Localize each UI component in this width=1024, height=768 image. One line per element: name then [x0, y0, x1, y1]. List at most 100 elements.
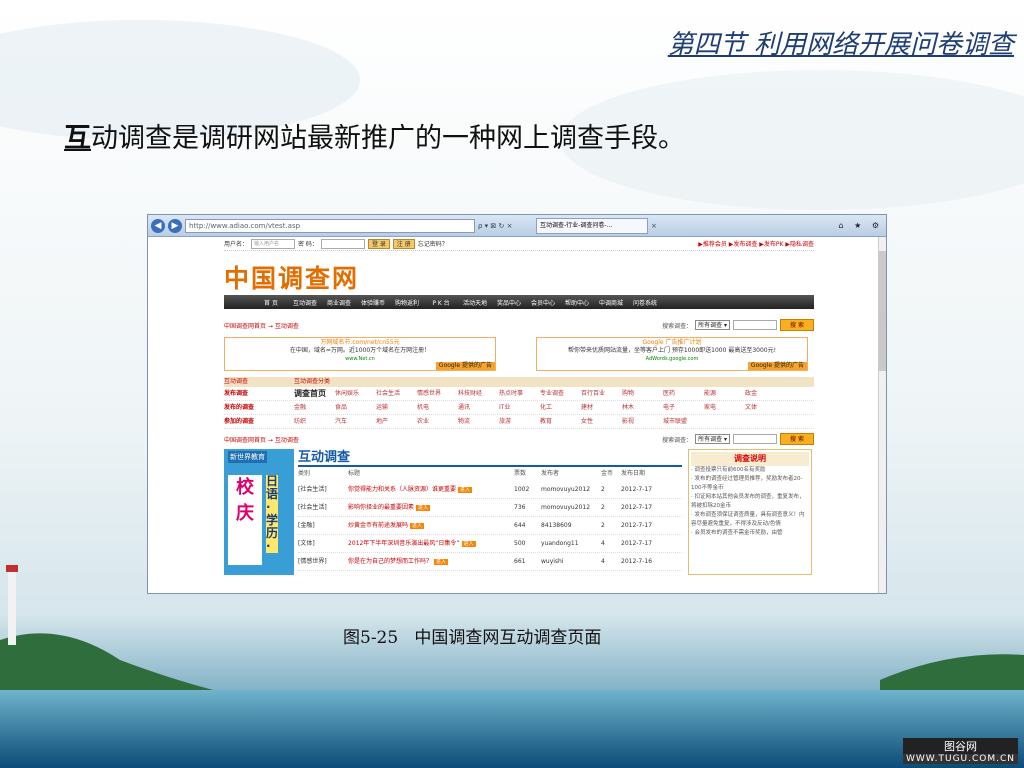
cell-author[interactable]: momovuyu2012 — [541, 499, 601, 516]
scrollbar-thumb[interactable] — [879, 251, 886, 371]
ad-headline[interactable]: Google 广告推广计划 — [537, 339, 807, 347]
ad-headline[interactable]: 万网域名节.com/net/cn55元 — [225, 339, 495, 347]
login-button[interactable]: 登 录 — [367, 238, 390, 249]
cell-category[interactable]: [金融] — [298, 517, 348, 534]
category-item[interactable]: 购物 — [622, 387, 663, 400]
cell-category[interactable]: [文体] — [298, 535, 348, 552]
username-input[interactable]: 输入用户名 — [251, 238, 296, 249]
nav-item[interactable]: 体验赚币 — [356, 298, 390, 307]
search-input[interactable] — [733, 434, 777, 444]
cell-title[interactable]: 你觉得能力和关系（人脉资源）谁更重要 — [348, 486, 456, 493]
nav-item[interactable]: 购物返利 — [390, 298, 424, 307]
cell-author[interactable]: wuyishi — [541, 553, 601, 570]
category-item[interactable]: 物流 — [458, 415, 499, 428]
category-item[interactable]: 医药 — [663, 387, 704, 400]
category-item[interactable]: 能源 — [704, 387, 745, 400]
category-item[interactable]: 科技财经 — [458, 387, 499, 400]
category-item[interactable]: IT业 — [499, 401, 540, 414]
enter-tag[interactable]: 进入 — [434, 559, 449, 565]
nav-item[interactable]: P K 台 — [424, 298, 458, 307]
search-button[interactable]: 搜 索 — [780, 433, 814, 445]
address-bar[interactable]: http://www.adiao.com/vtest.asp — [185, 218, 475, 233]
category-row-label[interactable]: 发布调查 — [224, 387, 294, 400]
forward-button[interactable]: ▶ — [168, 218, 182, 233]
cell-category[interactable]: [社会生活] — [298, 481, 348, 498]
nav-item[interactable]: 奖品中心 — [492, 298, 526, 307]
table-row[interactable]: [社会生活] 影响你择业的最重要因素 进入 736 momovuyu2012 2 … — [298, 499, 682, 517]
enter-tag[interactable]: 进入 — [458, 487, 473, 493]
category-item[interactable]: 汽车 — [335, 415, 376, 428]
password-input[interactable] — [320, 238, 365, 249]
category-item[interactable]: 教育 — [540, 415, 581, 428]
category-item[interactable]: 百行百业 — [581, 387, 622, 400]
register-button[interactable]: 注 册 — [392, 238, 415, 249]
breadcrumb-text[interactable]: 中国调查网首页 → 互动调查 — [224, 435, 299, 444]
nav-item[interactable]: 互动调查 — [288, 298, 322, 307]
nav-item[interactable]: 中调商城 — [594, 298, 628, 307]
category-row-label[interactable]: 参加的调查 — [224, 415, 294, 428]
address-controls[interactable]: ρ ▾ ⊠ ↻ × — [478, 222, 533, 230]
category-item[interactable]: 热点时事 — [499, 387, 540, 400]
nav-item[interactable]: 帮助中心 — [560, 298, 594, 307]
category-item[interactable]: 农业 — [417, 415, 458, 428]
category-item[interactable]: 影视 — [622, 415, 663, 428]
nav-item[interactable]: 问卷系统 — [628, 298, 662, 307]
category-item[interactable]: 家电 — [704, 401, 745, 414]
category-item[interactable]: 运输 — [376, 401, 417, 414]
table-row[interactable]: [社会生活] 你觉得能力和关系（人脉资源）谁更重要 进入 1002 momovuy… — [298, 481, 682, 499]
category-item[interactable]: 建材 — [581, 401, 622, 414]
category-row-label[interactable]: 发布的调查 — [224, 401, 294, 414]
nav-item[interactable]: 会员中心 — [526, 298, 560, 307]
category-item[interactable]: 休闲娱乐 — [335, 387, 376, 400]
table-row[interactable]: [情感世界] 你是在为自己的梦想而工作吗？ 进入 661 wuyishi 4 20… — [298, 553, 682, 571]
search-select[interactable]: 所有调查 ▾ — [695, 434, 730, 444]
category-item[interactable]: 调查首页 — [294, 387, 335, 400]
cell-author[interactable]: momovuyu2012 — [541, 481, 601, 498]
cell-title[interactable]: 2012年下半年深圳音乐演出最风“日集令” — [348, 540, 460, 547]
tab-close-icon[interactable]: × — [651, 222, 661, 230]
category-item[interactable]: 文体 — [745, 401, 786, 414]
category-item[interactable]: 金融 — [294, 401, 335, 414]
category-item[interactable]: 女性 — [581, 415, 622, 428]
category-item[interactable]: 社会生活 — [376, 387, 417, 400]
category-item[interactable]: 情感世界 — [417, 387, 458, 400]
ad-box[interactable]: 万网域名节.com/net/cn55元 在中国，域名=万网。近1000万个域名在… — [224, 337, 496, 371]
table-row[interactable]: [金融] 炒黄金币有前途发展吗 进入 644 84138609 2 2012-7-… — [298, 517, 682, 535]
search-button[interactable]: 搜 索 — [780, 319, 814, 331]
forgot-password-link[interactable]: 忘记密码？ — [418, 239, 448, 248]
browser-tab[interactable]: 互动调查-行业-调查问卷-... — [536, 217, 648, 234]
cell-category[interactable]: [社会生活] — [298, 499, 348, 516]
breadcrumb-text[interactable]: 中国调查网首页 → 互动调查 — [224, 321, 299, 330]
category-item[interactable]: 食品 — [335, 401, 376, 414]
window-icons[interactable]: ⌂ ★ ⚙ — [838, 221, 883, 230]
nav-item[interactable]: 首 页 — [254, 298, 288, 307]
nav-item[interactable]: 商业调查 — [322, 298, 356, 307]
page-scrollbar[interactable] — [878, 237, 886, 593]
cell-author[interactable]: yuandong11 — [541, 535, 601, 552]
category-item[interactable]: 林木 — [622, 401, 663, 414]
table-row[interactable]: [文体] 2012年下半年深圳音乐演出最风“日集令” 进入 500 yuandon… — [298, 535, 682, 553]
category-item[interactable]: 机电 — [417, 401, 458, 414]
category-item[interactable]: 电子 — [663, 401, 704, 414]
school-banner[interactable]: 新世界教育 校庆 日语·学历· — [224, 449, 294, 575]
cell-title[interactable]: 你是在为自己的梦想而工作吗？ — [348, 558, 432, 565]
nav-item[interactable]: 活动天地 — [458, 298, 492, 307]
search-select[interactable]: 所有调查 ▾ — [695, 320, 730, 330]
top-links[interactable]: ▶推荐会员 ▶发布调查 ▶发布PK ▶隐私调查 — [698, 239, 814, 248]
enter-tag[interactable]: 进入 — [410, 523, 425, 529]
cell-category[interactable]: [情感世界] — [298, 553, 348, 570]
cell-title[interactable]: 炒黄金币有前途发展吗 — [348, 522, 408, 529]
category-item[interactable]: 城市联盟 — [663, 415, 704, 428]
category-item[interactable]: 化工 — [540, 401, 581, 414]
site-logo[interactable]: 中国调查网 — [224, 259, 814, 293]
search-input[interactable] — [733, 320, 777, 330]
enter-tag[interactable]: 进入 — [461, 541, 476, 547]
enter-tag[interactable]: 进入 — [416, 505, 431, 511]
cell-author[interactable]: 84138609 — [541, 517, 601, 534]
category-item[interactable]: 专业调查 — [540, 387, 581, 400]
category-item[interactable]: 通讯 — [458, 401, 499, 414]
category-item[interactable]: 旅游 — [499, 415, 540, 428]
back-button[interactable]: ◀ — [151, 218, 165, 233]
category-item[interactable]: 纺织 — [294, 415, 335, 428]
ad-box[interactable]: Google 广告推广计划 帮你带来优质网站流量，坐等客户上门 预存1000即送… — [536, 337, 808, 371]
